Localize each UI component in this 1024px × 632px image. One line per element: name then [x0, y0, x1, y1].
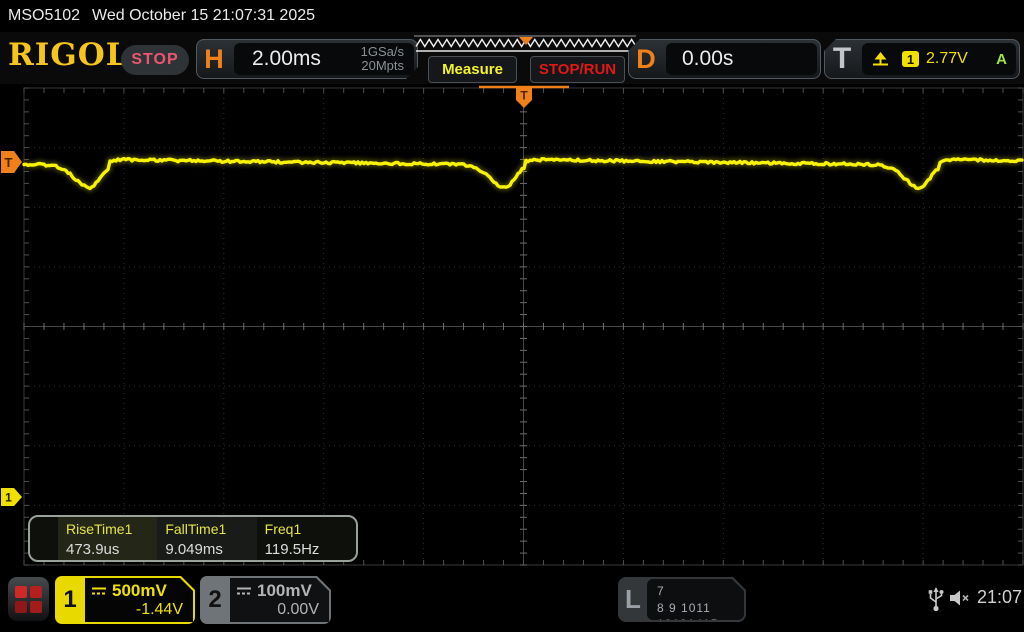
channel2-block[interactable]: 2 100mV 0.00V: [200, 576, 331, 624]
timebase-value: 2.00ms: [252, 47, 321, 70]
delay-label: D: [636, 43, 656, 74]
sample-rate: 1GSa/s: [360, 43, 404, 59]
svg-text:1: 1: [5, 491, 12, 505]
overview-trigger-marker-icon: [519, 37, 533, 45]
measurement-value: 473.9us: [66, 541, 120, 558]
channel2-offset: 0.00V: [277, 600, 319, 618]
trigger-sweep-mode: A: [996, 50, 1007, 68]
measurement-label: Freq1: [264, 521, 302, 537]
datetime: Wed October 15 21:07:31 2025: [92, 7, 316, 24]
channel2-number: 2: [208, 586, 222, 613]
trigger-panel[interactable]: T 1 2.77V A: [824, 39, 1020, 79]
rigol-logo: RIGOL: [8, 37, 129, 73]
trigger-label: T: [832, 42, 852, 75]
delay-panel[interactable]: D 0.00s: [628, 39, 821, 79]
run-state-badge[interactable]: STOP: [121, 45, 189, 75]
bottombar: 1 500mV -1.44V 2 100mV 0.00V L 0 1 2 3 4…: [0, 570, 1024, 630]
channel1-scale: 500mV: [112, 581, 167, 601]
trigger-position-marker[interactable]: T: [479, 85, 569, 111]
trigger-level-value: 2.77V: [926, 50, 968, 67]
measurement-label: RiseTime1: [66, 521, 133, 537]
horizontal-label: H: [204, 43, 224, 74]
logic-analyzer-block[interactable]: L 0 1 2 3 4 5 6 7 8 9 1011 12131415: [618, 577, 746, 622]
svg-text:T: T: [520, 89, 528, 103]
logic-analyzer-label: L: [625, 584, 641, 614]
trigger-level-marker[interactable]: T: [0, 149, 24, 175]
titlebar: MSO5102 Wed October 15 21:07:31 2025: [0, 0, 1024, 32]
acquisition-info: 1GSa/s 20Mpts: [361, 45, 404, 73]
delay-value: 0.00s: [682, 47, 734, 70]
clock: 21:07: [977, 587, 1023, 607]
speaker-muted-icon: [950, 590, 969, 606]
waveform-overview-strip[interactable]: [412, 35, 638, 53]
measurement-results-box: RiseTime1 473.9us FallTime1 9.049ms Freq…: [28, 515, 358, 562]
overview-zigzag-icon: [414, 35, 637, 52]
red-grid-icon: [15, 585, 42, 613]
trigger-source-badge: 1: [902, 51, 919, 67]
svg-text:T: T: [5, 155, 13, 170]
channel1-offset: -1.44V: [135, 600, 183, 618]
digital-channels-row1: 0 1 2 3 4 5 6 7: [657, 568, 737, 599]
memory-depth: 20Mpts: [361, 58, 404, 73]
horizontal-panel[interactable]: H 2.00ms 1GSa/s 20Mpts: [196, 39, 418, 79]
channel1-ground-marker[interactable]: 1: [0, 487, 24, 507]
menu-button[interactable]: [8, 577, 49, 621]
stop-run-button[interactable]: STOP/RUN: [530, 56, 625, 83]
digital-channels-row2: 8 9 1011 12131415: [657, 600, 719, 631]
measurement-label: FallTime1: [165, 521, 227, 537]
measurement-item: Freq1 119.5Hz: [257, 517, 356, 560]
channel2-scale: 100mV: [257, 581, 312, 601]
toolbar: RIGOL STOP H 2.00ms 1GSa/s 20Mpts Measur…: [0, 32, 1024, 84]
channel1-block[interactable]: 1 500mV -1.44V: [55, 576, 195, 624]
measurement-item: RiseTime1 473.9us: [58, 517, 158, 560]
model-name: MSO5102: [8, 7, 81, 24]
measurement-value: 119.5Hz: [264, 541, 320, 558]
measurement-item: FallTime1 9.049ms: [157, 517, 257, 560]
dc-coupling-icon: [236, 585, 252, 597]
dc-coupling-icon: [91, 585, 107, 597]
trigger-slope-icon: [873, 52, 888, 66]
channel1-number: 1: [63, 586, 77, 613]
measure-button[interactable]: Measure: [428, 56, 517, 83]
measurement-value: 9.049ms: [165, 541, 223, 558]
usb-icon: [928, 587, 944, 612]
